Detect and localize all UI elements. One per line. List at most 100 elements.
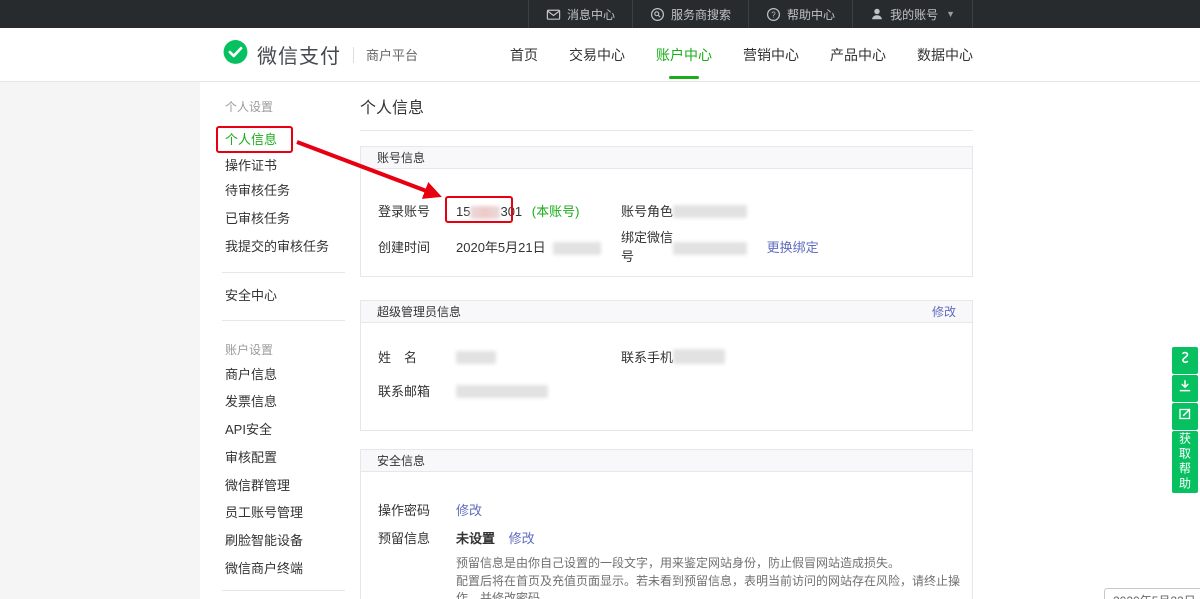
reserve-status: 未设置 xyxy=(456,531,495,546)
bound-wechat-redacted xyxy=(673,242,747,255)
user-icon xyxy=(870,7,884,21)
sidebar-item-security-center[interactable]: 安全中心 xyxy=(225,282,345,309)
security-section-title: 安全信息 xyxy=(377,452,425,469)
security-info-section: 安全信息 操作密码 修改 预留信息 未设置 修改 预留信息是由你自己设置的一段文… xyxy=(360,449,973,599)
sidebar-item-my-submitted-tasks[interactable]: 我提交的审核任务 xyxy=(225,233,345,260)
sidebar-group-account-settings: 账户设置 xyxy=(225,340,345,360)
current-account-note: (本账号) xyxy=(532,204,580,219)
sidebar-item-operation-certificate[interactable]: 操作证书 xyxy=(225,152,345,179)
sidebar-item-review-config[interactable]: 审核配置 xyxy=(225,444,345,471)
left-gray-panel xyxy=(0,82,200,599)
sidebar-group-personal-settings: 个人设置 xyxy=(225,97,345,117)
login-account-suffix: 301 xyxy=(500,204,522,219)
sidebar-item-pending-review-tasks[interactable]: 待审核任务 xyxy=(225,177,345,204)
float-action-panel: 获取帮助 xyxy=(1172,347,1198,493)
page-title: 个人信息 xyxy=(360,94,424,118)
super-admin-section: 超级管理员信息 修改 姓 名 联系手机 联系邮箱 xyxy=(360,300,973,431)
message-center-label: 消息中心 xyxy=(567,6,615,23)
admin-row-email: 联系邮箱 xyxy=(361,373,972,407)
login-account-redacted xyxy=(470,206,500,219)
operation-password-label: 操作密码 xyxy=(378,500,456,519)
get-help-button[interactable]: 获取帮助 xyxy=(1172,431,1198,493)
admin-name-redacted xyxy=(456,351,496,364)
nav-transaction-center[interactable]: 交易中心 xyxy=(569,45,625,65)
provider-search-link[interactable]: 服务商搜索 xyxy=(632,0,748,28)
sidebar-divider xyxy=(222,590,345,591)
my-account-label: 我的账号 xyxy=(890,6,938,23)
wechat-pay-logo[interactable]: 微信支付 xyxy=(222,39,341,71)
admin-phone-redacted xyxy=(673,349,725,364)
chevron-down-icon: ▼ xyxy=(946,9,955,19)
nav-marketing-center[interactable]: 营销中心 xyxy=(743,45,799,65)
feedback-button[interactable] xyxy=(1172,403,1198,430)
sidebar-item-face-smart-device[interactable]: 刷脸智能设备 xyxy=(225,527,345,554)
change-binding-link[interactable]: 更换绑定 xyxy=(767,240,819,255)
account-row-login: 登录账号 15 301 (本账号) 账号角色 xyxy=(361,194,972,227)
provider-search-label: 服务商搜索 xyxy=(671,6,731,23)
help-center-label: 帮助中心 xyxy=(787,6,835,23)
reserve-edit-link[interactable]: 修改 xyxy=(509,531,535,546)
login-account-value: 15 301 (本账号) xyxy=(456,201,621,220)
reserve-desc-line-1: 预留信息是由你自己设置的一段文字，用来鉴定网站身份，防止假冒网站造成损失。 xyxy=(456,555,972,573)
reserve-info-description: 预留信息是由你自己设置的一段文字，用来鉴定网站身份，防止假冒网站造成损失。 配置… xyxy=(361,555,972,599)
reserve-info-label: 预留信息 xyxy=(378,528,456,547)
created-time-value: 2020年5月21日 xyxy=(456,240,546,255)
created-time-redacted xyxy=(553,242,601,255)
sidebar-item-reviewed-tasks[interactable]: 已审核任务 xyxy=(225,205,345,232)
sidebar-item-personal-info[interactable]: 个人信息 xyxy=(225,126,345,153)
site-header: 微信支付 商户平台 首页 交易中心 账户中心 营销中心 产品中心 数据中心 xyxy=(0,28,1200,82)
nav-product-center[interactable]: 产品中心 xyxy=(830,45,886,65)
title-divider xyxy=(360,130,973,131)
svg-text:?: ? xyxy=(771,10,776,19)
admin-name-label: 姓 名 xyxy=(378,347,456,366)
date-tooltip: 2020年5月22日 xyxy=(1104,588,1200,599)
sidebar-item-wechat-merchant-terminal[interactable]: 微信商户终端 xyxy=(225,555,345,582)
link-icon xyxy=(1177,350,1193,371)
edit-icon xyxy=(1177,406,1193,427)
security-row-password: 操作密码 修改 xyxy=(361,495,972,523)
nav-account-center[interactable]: 账户中心 xyxy=(656,45,712,65)
sidebar-item-staff-account-mgmt[interactable]: 员工账号管理 xyxy=(225,499,345,526)
sidebar-item-wechat-group-mgmt[interactable]: 微信群管理 xyxy=(225,472,345,499)
sidebar-item-invoice-info[interactable]: 发票信息 xyxy=(225,388,345,415)
account-info-section-title: 账号信息 xyxy=(377,149,425,166)
nav-home[interactable]: 首页 xyxy=(510,45,538,65)
search-icon xyxy=(650,7,665,22)
security-row-reserve: 预留信息 未设置 修改 xyxy=(361,523,972,551)
page-body: 个人设置 个人信息 操作证书 待审核任务 已审核任务 我提交的审核任务 安全中心… xyxy=(0,82,1200,599)
admin-row-name-phone: 姓 名 联系手机 xyxy=(361,339,972,373)
password-edit-link[interactable]: 修改 xyxy=(456,503,482,518)
sidebar-divider xyxy=(222,320,345,321)
my-account-menu[interactable]: 我的账号 ▼ xyxy=(852,0,973,28)
wechat-pay-logo-icon xyxy=(222,39,249,71)
message-center-link[interactable]: 消息中心 xyxy=(528,0,632,28)
account-info-section: 账号信息 登录账号 15 301 (本账号) 账号角色 创建时间 2020年5月2… xyxy=(360,146,973,277)
help-center-link[interactable]: ? 帮助中心 xyxy=(748,0,852,28)
login-account-label: 登录账号 xyxy=(378,201,456,220)
login-account-prefix: 15 xyxy=(456,204,470,219)
brand-divider xyxy=(353,47,354,63)
nav-data-center[interactable]: 数据中心 xyxy=(917,45,973,65)
sidebar-divider xyxy=(222,272,345,273)
download-button[interactable] xyxy=(1172,375,1198,402)
sidebar-item-merchant-info[interactable]: 商户信息 xyxy=(225,361,345,388)
top-utility-bar: 消息中心 服务商搜索 ? 帮助中心 我的账号 ▼ xyxy=(0,0,1200,28)
link-button[interactable] xyxy=(1172,347,1198,374)
primary-nav: 首页 交易中心 账户中心 营销中心 产品中心 数据中心 xyxy=(510,45,973,65)
sidebar-item-api-security[interactable]: API安全 xyxy=(225,416,345,443)
mail-icon xyxy=(546,7,561,22)
super-admin-edit-link[interactable]: 修改 xyxy=(932,303,956,320)
account-row-created: 创建时间 2020年5月21日 绑定微信号 更换绑定 xyxy=(361,227,972,260)
reserve-desc-line-2: 配置后将在首页及充值页面显示。若未看到预留信息，表明当前访问的网站存在风险，请终… xyxy=(456,573,972,599)
portal-name: 商户平台 xyxy=(366,45,418,64)
admin-email-redacted xyxy=(456,385,548,398)
account-role-redacted xyxy=(673,205,747,218)
created-time-label: 创建时间 xyxy=(378,237,456,256)
admin-phone-label: 联系手机 xyxy=(621,347,673,366)
brand-name: 微信支付 xyxy=(257,40,341,69)
account-role-label: 账号角色 xyxy=(621,201,673,220)
bound-wechat-label: 绑定微信号 xyxy=(621,227,673,265)
admin-email-label: 联系邮箱 xyxy=(378,381,456,400)
download-icon xyxy=(1177,378,1193,399)
help-icon: ? xyxy=(766,7,781,22)
